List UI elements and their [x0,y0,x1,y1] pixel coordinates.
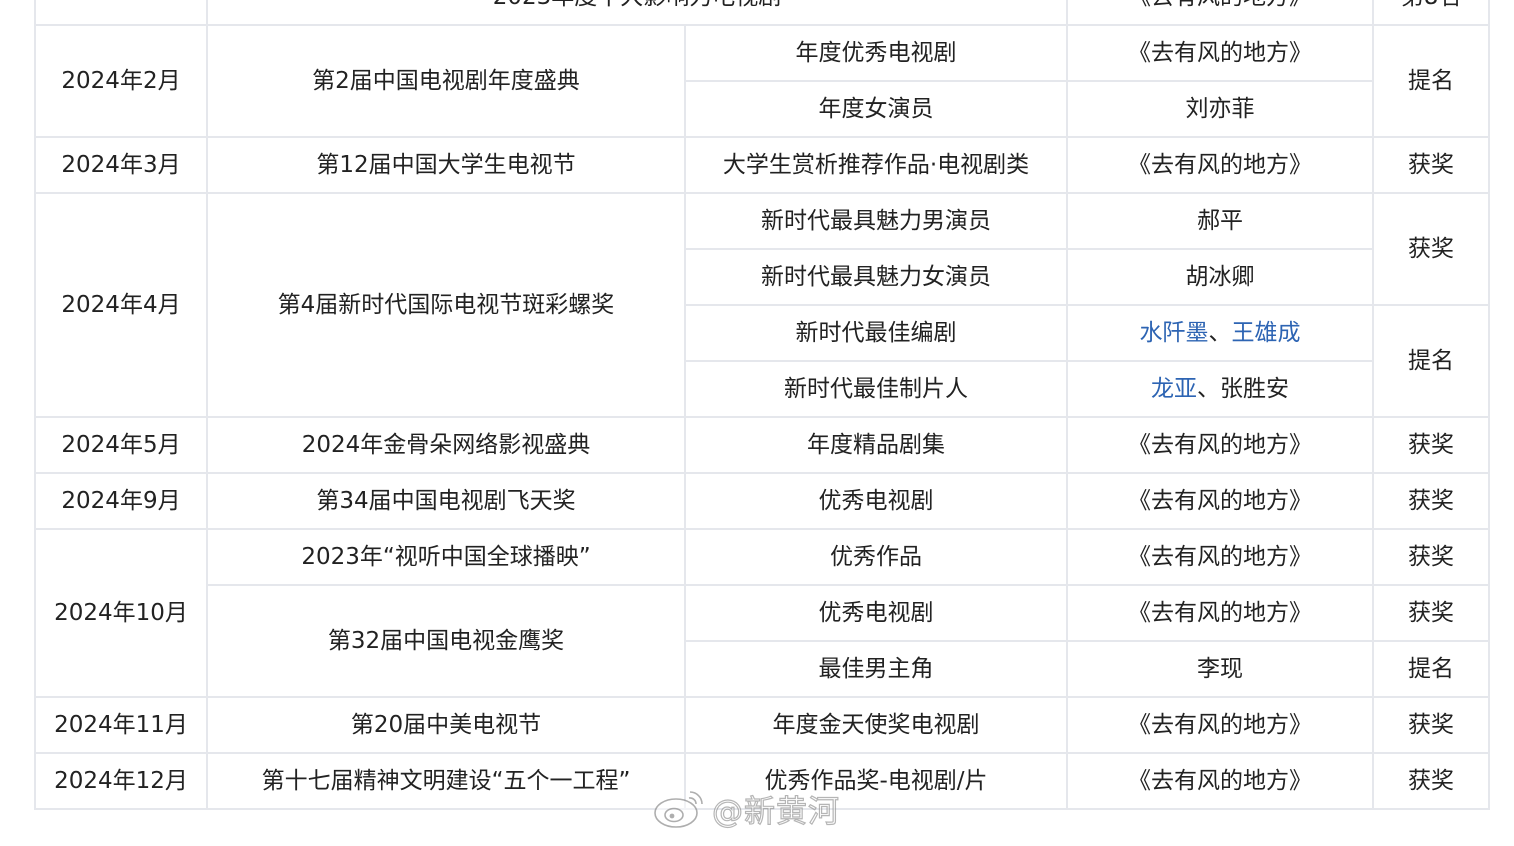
result-cell: 获奖 [1372,584,1491,642]
nominee-cell: 《去有风的地方》 [1066,696,1375,754]
award-cell: 新时代最具魅力女演员 [683,248,1069,306]
event-cell: 2023年“视听中国全球播映” [206,528,686,586]
award-cell: 年度优秀电视剧 [683,24,1069,82]
event-link[interactable]: 第4届新时代国际电视节斑彩螺奖 [206,192,686,418]
date-cell: 2024年12月 [34,752,208,810]
award-cell: 大学生赏析推荐作品·电视剧类 [683,136,1069,194]
date-cell: 2024年3月 [34,136,208,194]
award-cell: 优秀作品奖-电视剧/片 [683,752,1069,810]
separator: 、 [1208,320,1232,346]
event-link[interactable]: 第2届中国电视剧年度盛典 [206,24,686,138]
result-cell: 提名 [1372,304,1491,418]
nominee-cell: 《去有风的地方》 [1066,24,1375,82]
nominee-cell: 《去有风的地方》 [1066,528,1375,586]
date-cell [34,0,208,26]
result-cell: 获奖 [1372,136,1491,194]
nominee-link[interactable]: 王雄成 [1232,320,1301,346]
table-row: 2024年9月 第34届中国电视剧飞天奖 优秀电视剧 《去有风的地方》 获奖 [34,472,1491,530]
date-cell: 2024年10月 [34,528,208,698]
award-cell: 优秀电视剧 [683,472,1069,530]
table-row: 2024年10月 2023年“视听中国全球播映” 优秀作品 《去有风的地方》 获… [34,528,1491,698]
nominee-cell: 《去有风的地方》 [1066,472,1375,530]
award-cell: 最佳男主角 [683,640,1069,698]
nominee-cell: 龙亚、张胜安 [1066,360,1375,418]
nominee-link[interactable]: 郝平 [1066,192,1375,250]
table-row: 2024年2月 第2届中国电视剧年度盛典 年度优秀电视剧 《去有风的地方》 提名 [34,24,1491,138]
awards-table: 2023年度十大影响力电视剧 《去有风的地方》 第8名 2024年2月 第2届中… [34,0,1491,810]
result-cell: 获奖 [1372,528,1491,586]
table-row: 第32届中国电视金鹰奖 优秀电视剧 《去有风的地方》 获奖 [35,584,1491,698]
result-cell: 提名 [1372,640,1491,698]
date-cell: 2024年4月 [34,192,208,418]
award-cell: 新时代最佳编剧 [683,304,1069,362]
nominee-text: 、张胜安 [1197,376,1290,402]
event-cell: 2023年度十大影响力电视剧 [205,0,1069,26]
event-link[interactable]: 第32届中国电视金鹰奖 [206,584,686,698]
nominee-link[interactable]: 龙亚 [1151,376,1197,402]
nominee-link[interactable]: 水阡墨 [1140,320,1209,346]
event-cell: 第十七届精神文明建设“五个一工程” [206,752,686,810]
award-cell: 优秀电视剧 [683,584,1069,642]
result-cell: 获奖 [1372,752,1491,810]
event-cell: 2024年金骨朵网络影视盛典 [206,416,686,474]
nominee-link[interactable]: 胡冰卿 [1066,248,1375,306]
nominee-link[interactable]: 李现 [1066,640,1375,698]
event-link[interactable]: 第34届中国电视剧飞天奖 [206,472,686,530]
date-cell: 2024年9月 [34,472,208,530]
nominee-cell: 《去有风的地方》 [1066,584,1375,642]
date-cell: 2024年2月 [34,24,208,138]
date-cell: 2024年5月 [34,416,208,474]
event-link[interactable]: 第12届中国大学生电视节 [206,136,686,194]
award-cell: 年度女演员 [683,80,1069,138]
table-row: 2024年4月 第4届新时代国际电视节斑彩螺奖 新时代最具魅力男演员 郝平 获奖 [34,192,1491,418]
table-row: 2024年11月 第20届中美电视节 年度金天使奖电视剧 《去有风的地方》 获奖 [34,696,1491,754]
event-link[interactable]: 第20届中美电视节 [206,696,686,754]
award-cell: 年度精品剧集 [683,416,1069,474]
table-row: 2024年12月 第十七届精神文明建设“五个一工程” 优秀作品奖-电视剧/片 《… [34,752,1491,810]
result-cell: 获奖 [1372,696,1491,754]
award-cell: 年度金天使奖电视剧 [683,696,1069,754]
result-cell: 获奖 [1372,192,1491,306]
nominee-cell: 《去有风的地方》 [1066,752,1375,810]
nominee-cell: 《去有风的地方》 [1066,136,1375,194]
date-cell: 2024年11月 [34,696,208,754]
nominee-link[interactable]: 刘亦菲 [1066,80,1375,138]
table-row: 2024年5月 2024年金骨朵网络影视盛典 年度精品剧集 《去有风的地方》 获… [34,416,1491,474]
table-row: 2024年3月 第12届中国大学生电视节 大学生赏析推荐作品·电视剧类 《去有风… [34,136,1491,194]
result-cell: 获奖 [1372,416,1491,474]
award-cell: 新时代最佳制片人 [683,360,1069,418]
award-cell: 优秀作品 [683,528,1069,586]
result-cell: 提名 [1372,24,1491,138]
nominee-cell: 《去有风的地方》 [1066,416,1375,474]
nominee-cell: 水阡墨、王雄成 [1066,304,1375,362]
result-cell: 第8名 [1372,0,1491,26]
result-cell: 获奖 [1372,472,1491,530]
award-cell: 新时代最具魅力男演员 [683,192,1069,250]
table-row: 2023年度十大影响力电视剧 《去有风的地方》 第8名 [34,0,1491,26]
nominee-cell: 《去有风的地方》 [1066,0,1375,26]
